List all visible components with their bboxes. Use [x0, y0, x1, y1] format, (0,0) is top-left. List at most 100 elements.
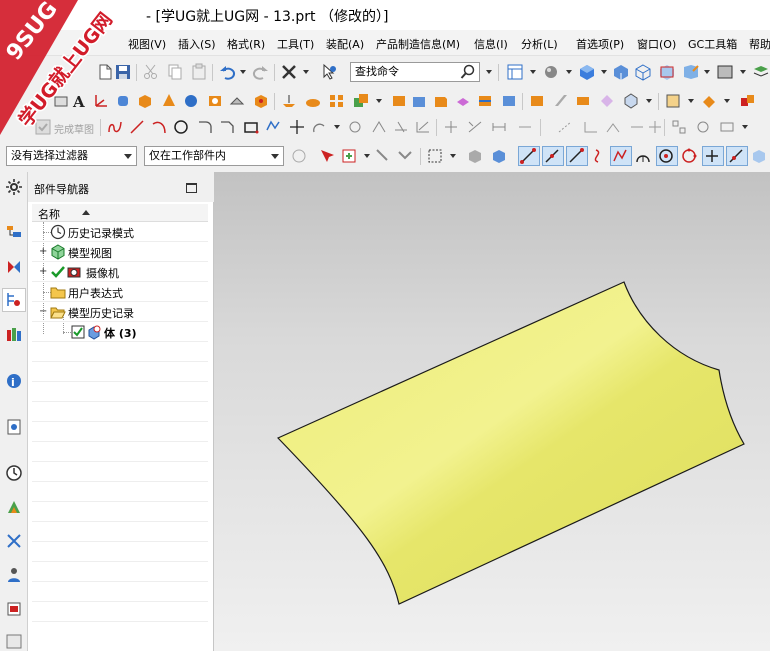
pocket-icon[interactable] — [252, 92, 270, 110]
redo-icon[interactable] — [252, 63, 270, 81]
select-dropdown[interactable] — [364, 154, 370, 158]
surface-dropdown[interactable] — [646, 99, 652, 103]
snap-face-icon[interactable] — [490, 147, 508, 165]
menu-tools[interactable]: 工具(T) — [277, 36, 314, 52]
type-filter-select[interactable]: 没有选择过滤器 — [6, 146, 137, 166]
show-constraints-icon[interactable] — [516, 118, 534, 136]
undo-dropdown[interactable] — [240, 70, 246, 74]
paste-icon[interactable] — [190, 63, 208, 81]
layer-icon[interactable] — [752, 63, 770, 81]
assembly-icon[interactable] — [738, 92, 756, 110]
checkbox-checked-icon[interactable] — [70, 324, 86, 340]
menu-information[interactable]: 信息(I) — [474, 36, 508, 52]
draft-icon[interactable] — [454, 92, 472, 110]
shell-icon[interactable] — [390, 92, 408, 110]
cone-icon[interactable] — [160, 92, 178, 110]
constraint-navigator-icon[interactable] — [5, 258, 23, 276]
pattern-icon[interactable] — [328, 92, 346, 110]
menu-analysis[interactable]: 分析(L) — [521, 36, 558, 52]
reference-dropdown[interactable] — [688, 99, 694, 103]
undo-icon[interactable] — [218, 63, 236, 81]
process-studio-icon[interactable] — [5, 498, 23, 516]
synchronous-dropdown[interactable] — [724, 99, 730, 103]
sew-icon[interactable] — [574, 92, 592, 110]
highlight-icon[interactable] — [374, 147, 392, 165]
web-browser-icon[interactable] — [5, 418, 23, 436]
copy-icon[interactable] — [166, 63, 184, 81]
model-canvas[interactable] — [214, 172, 770, 651]
rectangle-select-icon[interactable] — [426, 147, 444, 165]
settings-gear-icon[interactable] — [5, 178, 23, 196]
dimension-icon[interactable] — [490, 118, 508, 136]
snap-point-on-curve-button[interactable] — [726, 146, 748, 166]
menu-preferences[interactable]: 首选项(P) — [576, 36, 624, 52]
restore-window-icon[interactable] — [186, 183, 197, 193]
snap-point-on-face-icon[interactable] — [750, 147, 768, 165]
menu-window[interactable]: 窗口(O) — [637, 36, 676, 52]
snap-intersection-button[interactable] — [610, 146, 632, 166]
hd3d-tools-icon[interactable]: i — [5, 372, 23, 390]
tree-item-history-mode[interactable]: 历史记录模式 — [32, 222, 208, 242]
menu-insert[interactable]: 插入(S) — [178, 36, 216, 52]
part-navigator-icon[interactable] — [2, 288, 26, 312]
selection-method-dropdown[interactable] — [450, 154, 456, 158]
deselect-icon[interactable] — [396, 147, 414, 165]
menu-pmi[interactable]: 产品制造信息(M) — [376, 36, 460, 52]
alternate-solution-icon[interactable] — [582, 118, 600, 136]
revolve-icon[interactable] — [304, 92, 322, 110]
point-sketch-icon[interactable] — [288, 118, 306, 136]
tree-item-body[interactable]: 体 (3) — [32, 322, 208, 342]
snap-quadrant-icon[interactable] — [680, 147, 698, 165]
auto-constrain-icon[interactable] — [466, 118, 484, 136]
history-clock-icon[interactable] — [5, 464, 23, 482]
curve-dropdown[interactable] — [334, 125, 340, 129]
snap-midpoint-button[interactable] — [542, 146, 564, 166]
manufacturing-wizard-icon[interactable] — [5, 532, 23, 550]
background-color-icon[interactable] — [716, 63, 734, 81]
chamfer-icon[interactable] — [432, 92, 450, 110]
view-layout-icon[interactable] — [506, 63, 524, 81]
edge-blend-icon[interactable] — [410, 92, 428, 110]
sketch-settings-icon[interactable] — [694, 118, 712, 136]
snap-existing-point-button[interactable] — [702, 146, 724, 166]
sphere-icon[interactable] — [182, 92, 200, 110]
snap-body-icon[interactable] — [466, 147, 484, 165]
quick-extend-icon[interactable] — [370, 118, 388, 136]
fillet-icon[interactable] — [196, 118, 214, 136]
tree-item-cameras[interactable]: + 摄像机 — [32, 262, 208, 282]
delete-dropdown[interactable] — [303, 70, 309, 74]
select-features-icon[interactable] — [318, 147, 336, 165]
edit-section-icon[interactable] — [682, 63, 700, 81]
curved-surface-body[interactable] — [276, 281, 745, 605]
palette-icon[interactable] — [5, 632, 23, 650]
snap-endpoint-button[interactable] — [518, 146, 540, 166]
selection-scope-select[interactable]: 仅在工作部件内 — [144, 146, 284, 166]
snap-arc-center-icon[interactable] — [634, 147, 652, 165]
tree-item-model-history[interactable]: − 模型历史记录 — [32, 302, 208, 322]
delete-icon[interactable] — [280, 63, 298, 81]
extrude-icon[interactable] — [280, 92, 298, 110]
orient-view-icon[interactable] — [578, 63, 596, 81]
constraints-icon[interactable] — [414, 118, 432, 136]
collapse-toggle[interactable]: − — [39, 307, 47, 317]
patch-icon[interactable] — [598, 92, 616, 110]
render-style-icon[interactable] — [542, 63, 560, 81]
checkmark-icon[interactable] — [50, 264, 66, 280]
snap-center-button[interactable] — [656, 146, 678, 166]
rectangle-icon[interactable] — [242, 118, 260, 136]
menu-gc-toolkit[interactable]: GC工具箱 — [688, 36, 737, 52]
menu-help[interactable]: 帮助 — [749, 36, 770, 52]
offset-curve-icon[interactable] — [310, 118, 328, 136]
create-inferred-icon[interactable] — [628, 118, 646, 136]
view-layout-dropdown[interactable] — [530, 70, 536, 74]
thicken-icon[interactable] — [552, 92, 570, 110]
roles-icon[interactable] — [5, 566, 23, 584]
synchronous-icon[interactable] — [700, 92, 718, 110]
menu-format[interactable]: 格式(R) — [227, 36, 265, 52]
select-icon[interactable] — [320, 63, 338, 81]
column-name-header[interactable]: 名称 — [38, 206, 60, 222]
boolean-dropdown[interactable] — [376, 99, 382, 103]
convert-reference-icon[interactable] — [556, 118, 574, 136]
chamfer-sketch-icon[interactable] — [218, 118, 236, 136]
trim-body-icon[interactable] — [476, 92, 494, 110]
